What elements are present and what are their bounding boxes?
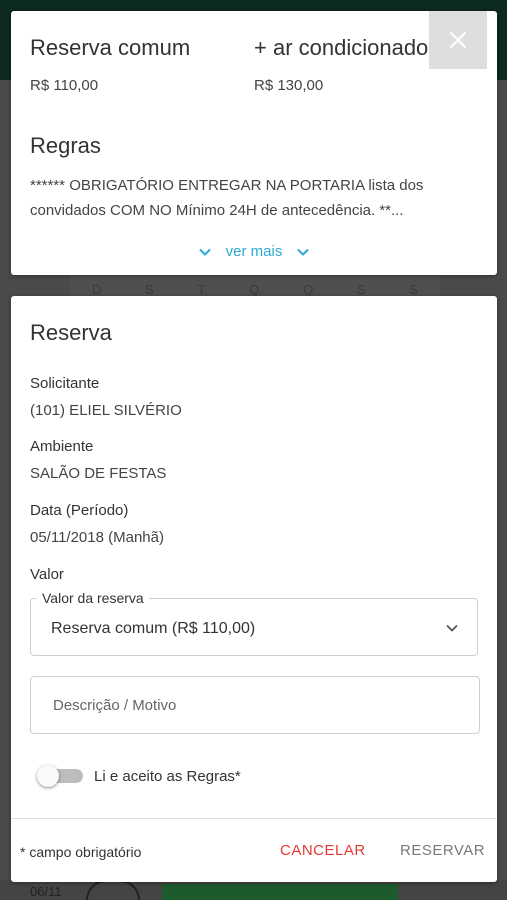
price-option-common: Reserva comum R$ 110,00 [30, 35, 190, 94]
weekday: Q [303, 282, 314, 297]
required-field-note: * campo obrigatório [20, 844, 142, 860]
weekday: Q [249, 282, 260, 297]
price-name: + ar condicionado [254, 35, 429, 60]
venue-value: SALÃO DE FESTAS [30, 465, 167, 482]
rules-title: Regras [30, 133, 101, 158]
price-option-air-conditioning: + ar condicionado R$ 130,00 [254, 35, 428, 94]
select-selected-value: Reserva comum (R$ 110,00) [51, 620, 256, 637]
pricing-rules-card: Reserva comum R$ 110,00 + ar condicionad… [11, 11, 497, 275]
close-icon [449, 31, 467, 49]
background-booking-bar [162, 884, 398, 900]
lock-icon [86, 880, 140, 900]
reservation-card: Reserva Solicitante (101) ELIEL SILVÉRIO… [11, 296, 497, 882]
price-value: R$ 130,00 [254, 77, 324, 94]
reservation-title: Reserva [30, 320, 112, 345]
date-period-value: 05/11/2018 (Manhã) [30, 529, 164, 546]
cancel-button[interactable]: CANCELAR [280, 842, 366, 859]
weekday: T [197, 282, 206, 297]
price-value: R$ 110,00 [30, 77, 99, 94]
weekday: S [145, 282, 154, 297]
accept-rules-toggle[interactable] [37, 765, 83, 787]
reservation-value-select[interactable]: Valor da reserva Reserva comum (R$ 110,0… [30, 590, 478, 656]
select-legend: Valor da reserva [37, 590, 149, 606]
actions-divider [11, 818, 497, 819]
weekday: D [91, 282, 102, 297]
weekday: S [356, 282, 366, 297]
requester-value: (101) ELIEL SILVÉRIO [30, 402, 182, 419]
toggle-thumb [37, 765, 59, 787]
see-more-label: ver mais [225, 243, 283, 260]
price-name: Reserva comum [30, 35, 191, 60]
value-label: Valor [30, 566, 64, 583]
description-input[interactable] [30, 676, 480, 734]
venue-label: Ambiente [30, 438, 94, 455]
close-button[interactable] [429, 11, 487, 69]
background-weekdays: D S T Q Q S S [70, 282, 440, 297]
requester-label: Solicitante [30, 375, 100, 392]
reserve-button[interactable]: RESERVAR [400, 842, 485, 859]
chevron-down-icon [297, 248, 310, 256]
chevron-down-icon [446, 624, 458, 632]
date-period-label: Data (Período) [30, 502, 129, 519]
rules-text: ****** OBRIGATÓRIO ENTREGAR NA PORTARIA … [30, 177, 424, 219]
accept-rules-label: Li e aceito as Regras* [94, 768, 241, 785]
weekday: S [409, 282, 419, 297]
background-date: 06/11 [30, 884, 62, 899]
see-more-button[interactable]: ver mais [11, 243, 497, 260]
chevron-down-icon [198, 248, 211, 256]
